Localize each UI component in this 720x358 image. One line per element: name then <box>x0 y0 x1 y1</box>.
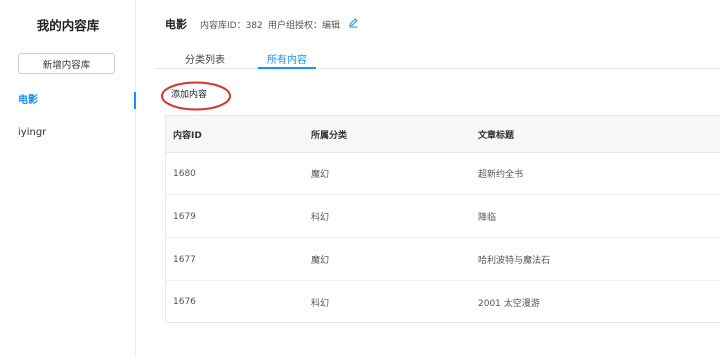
sidebar-item-label: 电影 <box>18 95 38 106</box>
sidebar-item-movies[interactable]: 电影 <box>18 92 136 109</box>
active-indicator <box>134 92 136 109</box>
library-id: 内容库ID：382 <box>200 21 263 31</box>
annotation-circle <box>161 81 231 111</box>
table-row[interactable]: 1679 科幻 降临 <box>166 196 720 238</box>
cell-id: 1677 <box>173 254 196 265</box>
cell-category: 魔幻 <box>311 256 330 266</box>
group-permission: 用户组授权：编辑 <box>268 21 341 31</box>
table-row[interactable]: 1677 魔幻 哈利波特与魔法石 <box>166 239 720 281</box>
cell-id: 1676 <box>173 297 196 307</box>
table-header: 内容ID 所属分类 文章标题 <box>166 116 720 153</box>
content-table: 内容ID 所属分类 文章标题 1680 魔幻 超新约全书 1679 科幻 降临 … <box>165 115 720 323</box>
active-tab-underline <box>258 67 316 69</box>
cell-category: 魔幻 <box>311 170 330 180</box>
sidebar-item-label: iyingr <box>18 127 47 138</box>
sidebar: 我的内容库 新增内容库 电影 iyingr <box>0 0 136 358</box>
cell-id: 1679 <box>173 211 196 222</box>
pencil-icon[interactable] <box>348 17 359 28</box>
cell-title: 2001 太空漫游 <box>478 298 540 309</box>
table-row[interactable]: 1680 魔幻 超新约全书 <box>166 153 720 195</box>
tabs-divider <box>155 68 720 69</box>
cell-title: 超新约全书 <box>478 170 524 180</box>
cell-title: 降临 <box>478 213 497 223</box>
new-library-button[interactable]: 新增内容库 <box>18 53 115 74</box>
column-header-id: 内容ID <box>173 130 202 141</box>
column-header-title: 文章标题 <box>478 130 515 141</box>
sidebar-title: 我的内容库 <box>36 18 100 33</box>
table-row[interactable]: 1676 科幻 2001 太空漫游 <box>166 281 720 323</box>
cell-title: 哈利波特与魔法石 <box>478 256 551 266</box>
tab-category-list[interactable]: 分类列表 <box>178 51 232 69</box>
app: 我的内容库 新增内容库 电影 iyingr 电影 内容库ID：382 用户组授权… <box>0 0 720 358</box>
cell-category: 科幻 <box>311 213 330 223</box>
cell-id: 1680 <box>173 168 196 179</box>
cell-category: 科幻 <box>311 298 330 309</box>
column-header-category: 所属分类 <box>311 130 348 141</box>
sidebar-item-iyingr[interactable]: iyingr <box>18 125 136 141</box>
page-title: 电影 <box>165 18 187 31</box>
